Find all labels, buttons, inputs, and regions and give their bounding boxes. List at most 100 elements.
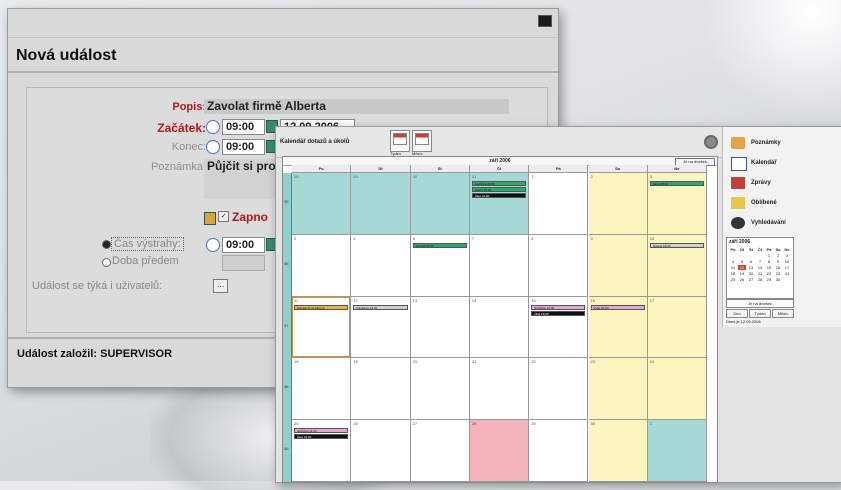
users-button[interactable]: … <box>213 279 228 293</box>
mini-day[interactable]: 9 <box>774 259 782 264</box>
radio-alert-time[interactable] <box>102 240 111 249</box>
day-cell[interactable]: 24 <box>647 358 708 421</box>
mini-day[interactable]: 4 <box>729 259 737 264</box>
month-button[interactable]: Měsíc <box>772 309 794 318</box>
calendar-event[interactable]: Schůzka 11:00 <box>294 428 349 434</box>
day-cell[interactable]: 2 <box>588 173 648 235</box>
day-cell[interactable]: 18 <box>292 358 352 421</box>
sidebar-item-notes[interactable]: Poznámky <box>729 133 839 153</box>
radio-before[interactable] <box>102 258 111 267</box>
calendar-event[interactable]: Výlet 09:00 <box>590 304 645 310</box>
mini-day[interactable]: 19 <box>738 271 746 276</box>
day-number: 21 <box>471 359 477 365</box>
before-input[interactable] <box>222 255 265 271</box>
day-cell[interactable]: 28 <box>292 173 352 235</box>
note-input[interactable]: Půjčit si pro <box>204 159 277 199</box>
reminder-checkbox[interactable]: ✓ <box>218 211 229 222</box>
day-cell[interactable]: 8 <box>529 234 589 297</box>
calendar-event[interactable]: Hovor 10:00 <box>471 187 527 192</box>
mini-day[interactable]: 20 <box>747 271 755 276</box>
sidebar-item-search[interactable]: Vyhledávání <box>729 213 839 233</box>
start-time-input[interactable]: 09:00 <box>222 119 265 135</box>
end-time-input[interactable]: 09:00 <box>222 139 265 155</box>
mini-day[interactable]: 11 <box>729 265 737 270</box>
day-cell[interactable]: 30 <box>588 420 648 482</box>
mini-day[interactable]: 22 <box>765 271 773 276</box>
mini-day[interactable]: 15 <box>765 265 773 270</box>
sidebar-item-favorites[interactable]: Oblíbené <box>729 193 839 213</box>
day-cell[interactable]: 27 <box>410 420 470 482</box>
mini-day[interactable]: 7 <box>756 259 764 264</box>
day-button[interactable]: Den <box>726 309 748 318</box>
day-cell[interactable]: 29 <box>529 420 589 482</box>
mini-day[interactable]: 25 <box>729 277 737 282</box>
week-button[interactable]: Týden <box>749 309 771 318</box>
calendar-event[interactable]: Porada 09:00 <box>412 242 467 248</box>
month-view-button[interactable] <box>412 130 432 152</box>
calendar-event[interactable]: Zavolat firmě Alberta <box>294 304 349 310</box>
calendar-event[interactable]: Úkol 16:00 <box>531 310 586 316</box>
day-number: 25 <box>294 421 299 427</box>
day-cell[interactable]: 21 <box>469 358 530 421</box>
calendar-event[interactable]: Oslava 18:00 <box>649 242 705 248</box>
mini-day[interactable]: 2 <box>774 253 782 258</box>
day-cell[interactable]: 13 <box>410 296 470 359</box>
day-cell[interactable]: 17 <box>647 296 708 359</box>
mini-day[interactable]: 6 <box>747 259 755 264</box>
mini-day[interactable]: 5 <box>738 259 746 264</box>
mini-day[interactable]: 12 <box>738 265 746 270</box>
calendar-event[interactable]: Úkol 15:00 <box>294 434 349 440</box>
day-cell[interactable]: 4 <box>292 234 352 297</box>
description-input[interactable]: Zavolat firmě Alberta <box>204 99 509 114</box>
calendar-event[interactable]: Návštěva 13:00 <box>353 304 408 310</box>
mini-day[interactable]: 29 <box>765 277 773 282</box>
day-cell[interactable]: 23 <box>588 358 648 421</box>
end-label: Konec: <box>171 141 206 153</box>
mini-day[interactable]: 10 <box>783 259 791 264</box>
mini-day[interactable]: 23 <box>774 271 782 276</box>
mini-day[interactable]: 27 <box>747 277 755 282</box>
day-cell[interactable]: 28 <box>469 420 530 482</box>
minimize-button[interactable] <box>538 15 552 27</box>
mini-day[interactable]: 26 <box>738 277 746 282</box>
day-cell[interactable]: 14 <box>469 296 530 359</box>
mini-calendar-grid: Po Út St Čt Pá So Ne 1 2 3 4 5 6 7 8 9 10 11 12 13 14 15 16 17 1… <box>727 246 793 283</box>
day-cell[interactable]: 9 <box>588 234 648 297</box>
mini-day[interactable]: 18 <box>729 271 737 276</box>
mini-day[interactable]: 8 <box>765 259 773 264</box>
mini-day[interactable]: 3 <box>783 253 791 258</box>
mini-day[interactable]: 28 <box>756 277 764 282</box>
clock-icon[interactable] <box>206 140 220 154</box>
reminder-label: Zapno <box>232 210 268 224</box>
day-cell[interactable]: 22 <box>529 358 589 421</box>
go-today-button[interactable]: Jít na dnešek <box>726 299 794 308</box>
calendar-event[interactable]: Akce 08:00 <box>649 181 705 186</box>
calendar-event[interactable]: Schůzka 10:00 <box>531 304 586 310</box>
mini-day[interactable]: 16 <box>774 265 782 270</box>
calendar-event[interactable]: Schůzka 09:00 <box>471 181 527 186</box>
mini-day[interactable]: 17 <box>783 265 791 270</box>
mini-day[interactable]: 30 <box>774 277 782 282</box>
day-cell[interactable]: 20 <box>410 358 470 421</box>
clock-icon[interactable] <box>206 238 220 252</box>
mini-day[interactable]: 13 <box>747 265 755 270</box>
week-view-button[interactable] <box>390 130 410 152</box>
day-cell[interactable]: 7 <box>469 234 530 297</box>
day-cell[interactable]: 29 <box>351 173 411 235</box>
day-cell[interactable]: 1 <box>529 173 589 235</box>
calendar-event[interactable]: Úkol 14:00 <box>471 193 527 198</box>
sidebar-item-calendar[interactable]: Kalendář <box>729 153 839 173</box>
day-cell[interactable]: 5 <box>351 234 411 297</box>
clock-icon[interactable] <box>206 120 220 134</box>
sidebar-item-messages[interactable]: Zprávy <box>729 173 839 193</box>
gear-icon[interactable] <box>704 135 718 149</box>
mini-day[interactable]: 1 <box>765 253 773 258</box>
mini-day[interactable]: 24 <box>783 271 791 276</box>
reminder-time-input[interactable]: 09:00 <box>222 237 265 253</box>
day-cell[interactable]: 26 <box>351 420 411 482</box>
day-cell[interactable]: 19 <box>351 358 411 421</box>
mini-day[interactable]: 14 <box>756 265 764 270</box>
day-cell[interactable]: 30 <box>410 173 470 235</box>
mini-day[interactable]: 21 <box>756 271 764 276</box>
day-cell[interactable]: 1 <box>647 420 708 482</box>
